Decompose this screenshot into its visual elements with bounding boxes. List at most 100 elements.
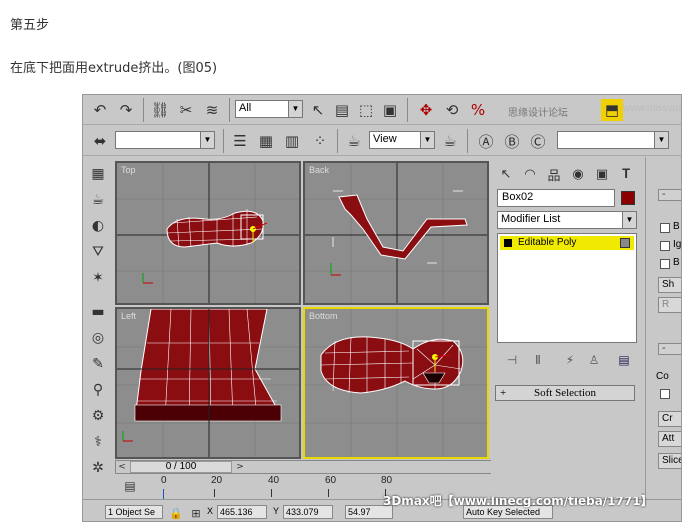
x-coordinate[interactable]: 465.136 [217,505,267,519]
select-object-icon[interactable]: ↖ [307,99,329,121]
curve-editor-icon[interactable]: ▦ [255,130,277,152]
tick-label: 0 [161,475,167,486]
mini-curve-icon[interactable]: ▤ [119,475,141,497]
modifier-list-dropdown[interactable]: Modifier List ▼ [497,211,637,229]
display-tab-icon[interactable]: ▣ [591,163,613,185]
object-name-field[interactable]: Box02 [497,189,615,207]
create-tab-icon[interactable]: ↖ [495,163,517,185]
create-button[interactable]: Cr [658,411,681,427]
cone-icon[interactable]: ⛛ [87,241,109,263]
star-icon[interactable]: ✶ [87,267,109,289]
stack-item-toggle[interactable] [620,238,630,248]
configure-sets-icon[interactable]: ▤ [613,349,635,371]
crossing-icon[interactable]: ▣ [379,99,401,121]
frame-counter[interactable]: 0 / 100 [130,461,232,473]
cylinder-icon[interactable]: ◎ [87,327,109,349]
bottom-view-drawing [305,309,487,457]
ref-coord-dropdown[interactable]: View ▼ [369,131,435,149]
left-toolbar: ▦ ☕ ◐ ⛛ ✶ ▬ ◎ ✎ ⚲ ⚙ ⚕ ✲ [83,157,113,487]
schematic-icon[interactable]: ▥ [281,130,303,152]
expand-icon[interactable] [504,239,512,247]
prev-frame-button[interactable]: < [116,461,128,473]
checkbox-label: B [673,221,680,232]
bone-icon[interactable]: ⚕ [87,431,109,453]
watermark-cn: 思缘设计论坛 [508,108,568,119]
select-rotate-icon[interactable]: ⟲ [441,99,463,121]
pencil-icon[interactable]: ✎ [87,353,109,375]
viewport-back[interactable]: Back [303,161,489,305]
hierarchy-tab-icon[interactable]: 品 [543,163,565,185]
pin-stack-icon[interactable]: ⊣ [501,349,523,371]
checkbox-label: Ig [673,239,682,250]
render-c-icon[interactable]: Ⓒ [527,130,549,152]
attach-button[interactable]: Att [658,431,681,447]
next-frame-button[interactable]: > [234,461,246,473]
watermark-url: www.missyuan.com [623,103,681,114]
soft-selection-rollout[interactable]: + Soft Selection [495,385,635,401]
particle-icon[interactable]: ✲ [87,457,109,479]
select-scale-icon[interactable]: % [467,99,489,121]
material-editor-icon[interactable]: ⁘ [309,130,331,152]
viewport-left[interactable]: Left [115,307,301,459]
render-scene-icon[interactable]: ☕ [343,130,365,152]
x-label: X [207,506,214,516]
motion-tab-icon[interactable]: ◉ [567,163,589,185]
stack-item-editable-poly[interactable]: Editable Poly [500,236,634,250]
utilities-tab-icon[interactable]: 𝐓 [615,163,637,185]
rollout-collapse-2[interactable]: - [658,343,681,355]
axis-constraint-icon[interactable]: ⬌ [89,130,111,152]
slice-button[interactable]: Slice [658,453,681,469]
plane-icon[interactable]: ▬ [87,301,109,323]
bind-spacewarp-icon[interactable]: ≋ [201,99,223,121]
rollout-plus-icon: + [500,387,507,399]
command-panel-tabs: ↖ ◠ 品 ◉ ▣ 𝐓 [495,163,637,185]
checkbox-3[interactable] [660,259,670,269]
quick-render-icon[interactable]: ☕ [439,130,461,152]
unlink-icon[interactable]: ✂ [175,99,197,121]
viewport-bottom[interactable]: Bottom [303,307,489,459]
y-label: Y [273,506,280,516]
named-selection-icon[interactable]: ⬒ [601,99,623,121]
render-b-icon[interactable]: Ⓑ [501,130,523,152]
select-by-name-icon[interactable]: ▤ [331,99,353,121]
constraints-label: Co [656,371,669,382]
ring-button[interactable]: R [658,297,681,313]
object-color-swatch[interactable] [621,191,635,205]
redo-icon[interactable]: ↷ [115,99,137,121]
select-move-icon[interactable]: ✥ [415,99,437,121]
lock-icon[interactable]: 🔒 [165,502,187,521]
gear-icon[interactable]: ⚙ [87,405,109,427]
checkbox-1[interactable] [660,223,670,233]
y-coordinate[interactable]: 433.079 [283,505,333,519]
wrench-icon[interactable]: ⚲ [87,379,109,401]
edit-poly-strip: - B Ig B Sh R - Co Cr Att Slice [645,157,682,497]
time-slider[interactable]: < 0 / 100 > [115,460,527,474]
teapot-icon[interactable]: ☕ [87,189,109,211]
shrink-button[interactable]: Sh [658,277,681,293]
selection-filter-dropdown[interactable]: All ▼ [235,100,303,118]
select-link-icon[interactable]: ⛓ [149,99,171,121]
stack-tools: ⊣ Ⅱ ⚡ ♙ ▤ [499,349,639,369]
sphere-icon[interactable]: ◐ [87,215,109,237]
undo-icon[interactable]: ↶ [89,99,111,121]
named-selection-dropdown[interactable]: ▼ [115,131,215,149]
rollout-collapse-1[interactable]: - [658,189,681,201]
step-title: 第五步 [10,18,50,33]
absolute-mode-icon[interactable]: ⊞ [185,502,207,521]
render-preset-dropdown[interactable]: ▼ [557,131,669,149]
remove-modifier-icon[interactable]: ♙ [583,349,605,371]
max-screenshot: ↶ ↷ ⛓ ✂ ≋ All ▼ ↖ ▤ ⬚ ▣ ✥ ⟲ % 思缘设计论坛 ⬒ ww… [82,94,682,522]
viewport-top[interactable]: Top [115,161,301,305]
top-view-drawing [117,163,299,303]
show-end-result-icon[interactable]: Ⅱ [527,349,549,371]
render-a-icon[interactable]: Ⓐ [475,130,497,152]
checkbox-2[interactable] [660,241,670,251]
checkbox-4[interactable] [660,389,670,399]
modify-tab-icon[interactable]: ◠ [519,163,541,185]
layers-icon[interactable]: ☰ [229,130,251,152]
checkbox-label: B [673,257,680,268]
region-select-icon[interactable]: ⬚ [355,99,377,121]
left-view-drawing [117,309,299,457]
make-unique-icon[interactable]: ⚡ [559,349,581,371]
create-box-icon[interactable]: ▦ [87,163,109,185]
